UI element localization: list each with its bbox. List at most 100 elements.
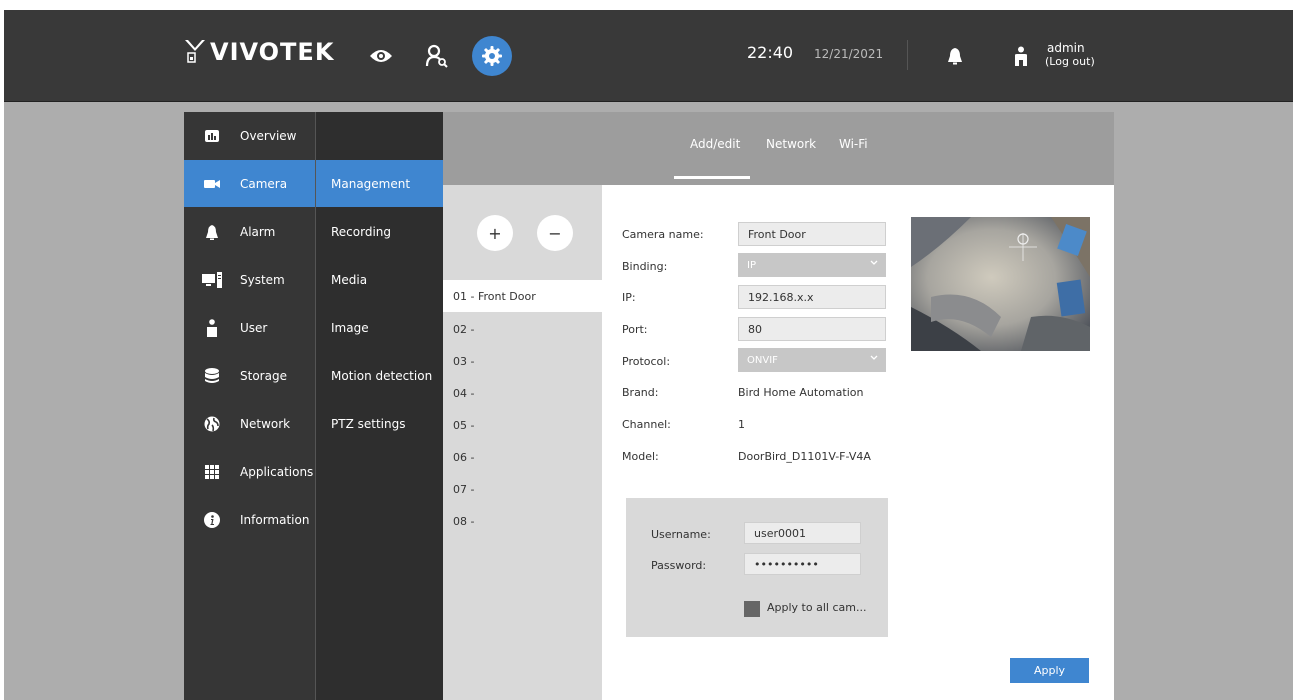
logout-link[interactable]: (Log out) [1045, 55, 1095, 68]
playback-button[interactable] [417, 36, 457, 76]
tab-add-edit[interactable]: Add/edit [690, 137, 740, 151]
nav-item-camera[interactable]: Camera [184, 160, 315, 207]
nav-item-network[interactable]: Network [184, 400, 315, 447]
camera-list-item[interactable]: 05 - [443, 409, 602, 441]
nav-item-system[interactable]: System [184, 256, 315, 303]
bell-icon [184, 224, 240, 240]
camera-preview [911, 217, 1090, 351]
nav-label: Storage [240, 368, 287, 383]
vivotek-logo: VIVOTEK [184, 38, 334, 66]
top-bar: VIVOTEK 22:40 12/21/2021 admin (Log out) [4, 10, 1293, 102]
tab-wifi[interactable]: Wi-Fi [839, 137, 868, 151]
brand-label: Brand: [622, 386, 659, 399]
notifications-button[interactable] [935, 36, 975, 76]
camera-list-item[interactable]: 04 - [443, 377, 602, 409]
header-divider [907, 40, 908, 70]
channel-label: Channel: [622, 418, 671, 431]
subnav-item-management[interactable]: Management [316, 160, 444, 207]
protocol-value: ONVIF [747, 354, 778, 366]
protocol-select[interactable]: ONVIF [738, 348, 886, 372]
binding-select[interactable]: IP [738, 253, 886, 277]
camera-list-item[interactable]: 06 - [443, 441, 602, 473]
protocol-label: Protocol: [622, 355, 671, 368]
clock-date: 12/21/2021 [814, 47, 884, 61]
nav-label: Camera [240, 176, 288, 191]
settings-button[interactable] [472, 36, 512, 76]
binding-value: IP [747, 259, 756, 271]
subnav-item-media[interactable]: Media [316, 256, 444, 303]
nav-label: Overview [240, 128, 297, 143]
username-input[interactable]: user0001 [744, 522, 861, 544]
subnav-item-motion-detection[interactable]: Motion detection [316, 352, 444, 399]
clock-time: 22:40 [747, 43, 794, 62]
database-icon [184, 367, 240, 384]
model-value: DoorBird_D1101V-F-V4A [738, 450, 871, 463]
logo-icon [185, 40, 205, 63]
camera-name-input[interactable]: Front Door [738, 222, 886, 246]
active-tab-indicator [674, 176, 750, 179]
binding-label: Binding: [622, 260, 668, 273]
channel-value: 1 [738, 418, 745, 431]
chevron-down-icon [870, 260, 878, 265]
chart-icon [184, 129, 240, 142]
nav-item-storage[interactable]: Storage [184, 352, 315, 399]
ip-input[interactable]: 192.168.x.x [738, 285, 886, 309]
username-label: Username: [651, 528, 711, 541]
camera-list-item[interactable]: 02 - [443, 313, 602, 345]
user-icon [1015, 46, 1027, 66]
camera-list-item[interactable]: 01 - Front Door [443, 280, 602, 312]
tab-network[interactable]: Network [766, 137, 816, 151]
eye-icon [370, 50, 392, 62]
apply-all-label: Apply to all cam... [767, 601, 867, 614]
nav-item-user[interactable]: User [184, 304, 315, 351]
password-input[interactable]: •••••••••• [744, 553, 861, 575]
password-label: Password: [651, 559, 707, 572]
camera-name-label: Camera name: [622, 228, 704, 241]
grid-icon [184, 464, 240, 479]
brand-name: VIVOTEK [210, 38, 335, 66]
nav-label: Network [240, 416, 291, 431]
ip-label: IP: [622, 291, 636, 304]
camera-settings-panel: Camera name: Front Door Binding: IP IP: … [602, 185, 1114, 700]
nav-item-overview[interactable]: Overview [184, 112, 315, 159]
nav-item-applications[interactable]: Applications [184, 448, 315, 495]
model-label: Model: [622, 450, 659, 463]
apply-all-checkbox[interactable] [744, 601, 760, 617]
add-camera-button[interactable]: + [477, 215, 513, 251]
chevron-down-icon [870, 355, 878, 360]
user-menu-button[interactable] [1001, 36, 1041, 76]
camera-preview-image [911, 217, 1090, 351]
secondary-nav: Management Recording Media Image Motion … [315, 112, 444, 700]
nav-label: Information [240, 512, 310, 527]
globe-icon [184, 416, 240, 432]
camera-list-item[interactable]: 03 - [443, 345, 602, 377]
app-window: VIVOTEK 22:40 12/21/2021 admin (Log out)… [4, 10, 1293, 700]
nav-label: User [240, 320, 268, 335]
port-input[interactable]: 80 [738, 317, 886, 341]
remove-camera-button[interactable]: − [537, 215, 573, 251]
primary-nav: Overview Camera Alarm System User Storag… [184, 112, 315, 700]
subnav-item-image[interactable]: Image [316, 304, 444, 351]
user-name: admin [1047, 41, 1085, 55]
nav-label: System [240, 272, 285, 287]
camera-list-item[interactable]: 08 - [443, 505, 602, 537]
nav-item-alarm[interactable]: Alarm [184, 208, 315, 255]
tab-bar: Add/edit Network Wi-Fi [443, 112, 1114, 185]
camera-list-item[interactable]: 07 - [443, 473, 602, 505]
liveview-button[interactable] [361, 36, 401, 76]
camera-list: + − 01 - Front Door 02 - 03 - 04 - 05 - … [443, 185, 602, 700]
subnav-item-recording[interactable]: Recording [316, 208, 444, 255]
nav-label: Alarm [240, 224, 276, 239]
user-search-icon [425, 44, 448, 68]
person-icon [184, 318, 240, 337]
bell-icon [948, 48, 962, 65]
info-icon [184, 511, 240, 528]
port-label: Port: [622, 323, 648, 336]
apply-button[interactable]: Apply [1010, 658, 1089, 683]
credentials-box: Username: user0001 Password: •••••••••• … [626, 498, 888, 637]
nav-label: Applications [240, 464, 314, 479]
gear-icon [482, 46, 502, 66]
camera-icon [184, 179, 240, 189]
subnav-item-ptz-settings[interactable]: PTZ settings [316, 400, 444, 447]
nav-item-information[interactable]: Information [184, 496, 315, 543]
